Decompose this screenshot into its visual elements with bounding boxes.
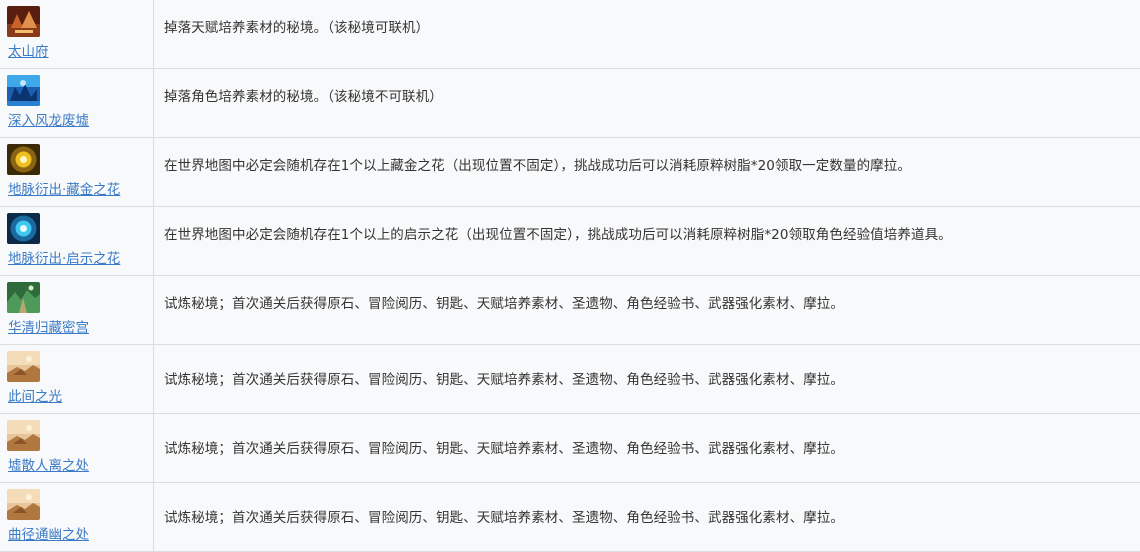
desc-cell: 试炼秘境；首次通关后获得原石、冒险阅历、钥匙、天赋培养素材、圣遗物、角色经验书、… bbox=[154, 276, 1140, 344]
domain-description: 试炼秘境；首次通关后获得原石、冒险阅历、钥匙、天赋培养素材、圣遗物、角色经验书、… bbox=[164, 296, 844, 312]
domain-icon-trial[interactable] bbox=[7, 489, 40, 520]
name-cell: 曲径通幽之处 bbox=[0, 483, 154, 551]
name-cell: 华清归藏密宫 bbox=[0, 276, 154, 344]
domain-description: 试炼秘境；首次通关后获得原石、冒险阅历、钥匙、天赋培养素材、圣遗物、角色经验书、… bbox=[164, 510, 844, 526]
domain-description: 掉落天赋培养素材的秘境。（该秘境可联机） bbox=[164, 20, 430, 36]
domain-name-link[interactable]: 太山府 bbox=[8, 40, 49, 60]
desc-cell: 掉落角色培养素材的秘境。（该秘境不可联机） bbox=[154, 69, 1140, 137]
domain-name-link[interactable]: 此间之光 bbox=[8, 385, 62, 405]
domain-icon-taishan[interactable] bbox=[7, 6, 40, 37]
domain-description: 掉落角色培养素材的秘境。（该秘境不可联机） bbox=[164, 89, 443, 105]
domain-description: 试炼秘境；首次通关后获得原石、冒险阅历、钥匙、天赋培养素材、圣遗物、角色经验书、… bbox=[164, 372, 844, 388]
desc-cell: 掉落天赋培养素材的秘境。（该秘境可联机） bbox=[154, 0, 1140, 68]
table-row: 墟散人离之处 试炼秘境；首次通关后获得原石、冒险阅历、钥匙、天赋培养素材、圣遗物… bbox=[0, 414, 1140, 483]
domain-name-link[interactable]: 华清归藏密宫 bbox=[8, 316, 89, 336]
table-row: 地脉衍出·启示之花 在世界地图中必定会随机存在1个以上的启示之花（出现位置不固定… bbox=[0, 207, 1140, 276]
domain-name-link[interactable]: 深入风龙废墟 bbox=[8, 109, 89, 129]
desc-cell: 试炼秘境；首次通关后获得原石、冒险阅历、钥匙、天赋培养素材、圣遗物、角色经验书、… bbox=[154, 414, 1140, 482]
table-row: 深入风龙废墟 掉落角色培养素材的秘境。（该秘境不可联机） bbox=[0, 69, 1140, 138]
domain-icon-dragon-ruins[interactable] bbox=[7, 75, 40, 106]
table-row: 此间之光 试炼秘境；首次通关后获得原石、冒险阅历、钥匙、天赋培养素材、圣遗物、角… bbox=[0, 345, 1140, 414]
domain-name-link[interactable]: 曲径通幽之处 bbox=[8, 523, 89, 543]
name-cell: 地脉衍出·藏金之花 bbox=[0, 138, 154, 206]
domain-icon-huaqing[interactable] bbox=[7, 282, 40, 313]
domain-description: 试炼秘境；首次通关后获得原石、冒险阅历、钥匙、天赋培养素材、圣遗物、角色经验书、… bbox=[164, 441, 844, 457]
domain-description: 在世界地图中必定会随机存在1个以上的启示之花（出现位置不固定），挑战成功后可以消… bbox=[164, 227, 952, 243]
table-row: 地脉衍出·藏金之花 在世界地图中必定会随机存在1个以上藏金之花（出现位置不固定）… bbox=[0, 138, 1140, 207]
table-row: 太山府 掉落天赋培养素材的秘境。（该秘境可联机） bbox=[0, 0, 1140, 69]
domain-icon-trial[interactable] bbox=[7, 351, 40, 382]
name-cell: 地脉衍出·启示之花 bbox=[0, 207, 154, 275]
desc-cell: 试炼秘境；首次通关后获得原石、冒险阅历、钥匙、天赋培养素材、圣遗物、角色经验书、… bbox=[154, 483, 1140, 551]
desc-cell: 试炼秘境；首次通关后获得原石、冒险阅历、钥匙、天赋培养素材、圣遗物、角色经验书、… bbox=[154, 345, 1140, 413]
name-cell: 深入风龙废墟 bbox=[0, 69, 154, 137]
desc-cell: 在世界地图中必定会随机存在1个以上藏金之花（出现位置不固定），挑战成功后可以消耗… bbox=[154, 138, 1140, 206]
domain-name-link[interactable]: 墟散人离之处 bbox=[8, 454, 89, 474]
name-cell: 太山府 bbox=[0, 0, 154, 68]
table-row: 曲径通幽之处 试炼秘境；首次通关后获得原石、冒险阅历、钥匙、天赋培养素材、圣遗物… bbox=[0, 483, 1140, 552]
domain-description: 在世界地图中必定会随机存在1个以上藏金之花（出现位置不固定），挑战成功后可以消耗… bbox=[164, 158, 911, 174]
name-cell: 墟散人离之处 bbox=[0, 414, 154, 482]
ley-line-gold-flower-icon[interactable] bbox=[7, 144, 40, 175]
domain-icon-trial[interactable] bbox=[7, 420, 40, 451]
ley-line-revelation-flower-icon[interactable] bbox=[7, 213, 40, 244]
domain-name-link[interactable]: 地脉衍出·启示之花 bbox=[8, 247, 120, 267]
desc-cell: 在世界地图中必定会随机存在1个以上的启示之花（出现位置不固定），挑战成功后可以消… bbox=[154, 207, 1140, 275]
table-row: 华清归藏密宫 试炼秘境；首次通关后获得原石、冒险阅历、钥匙、天赋培养素材、圣遗物… bbox=[0, 276, 1140, 345]
name-cell: 此间之光 bbox=[0, 345, 154, 413]
domain-table: 太山府 掉落天赋培养素材的秘境。（该秘境可联机） 深入风龙废墟 掉落角色培养素材… bbox=[0, 0, 1140, 552]
domain-name-link[interactable]: 地脉衍出·藏金之花 bbox=[8, 178, 120, 198]
